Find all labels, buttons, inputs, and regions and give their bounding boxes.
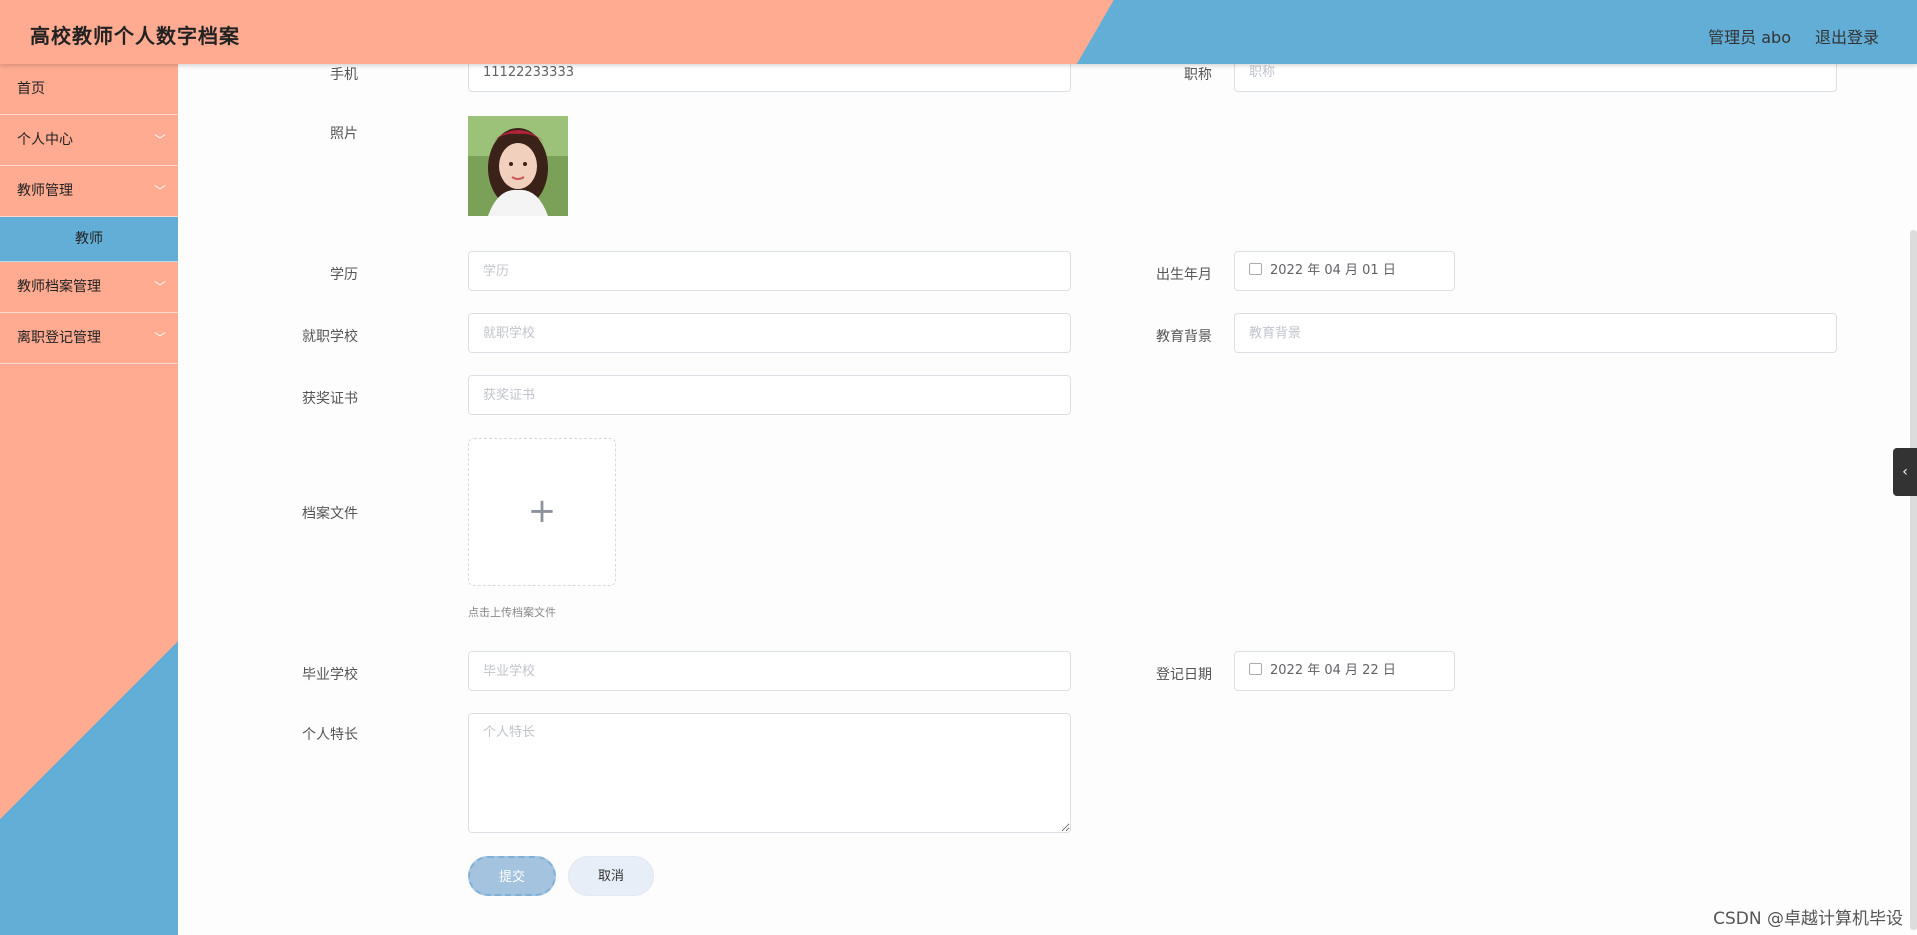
upload-hint: 点击上传档案文件	[468, 606, 556, 619]
sidebar-item-label: 个人中心	[17, 132, 73, 148]
chevron-down-icon: ﹀	[153, 184, 166, 198]
education-input[interactable]	[468, 251, 1071, 291]
admin-user-label: 管理员 abo	[1708, 28, 1791, 47]
sidebar-item-label: 教师	[75, 231, 103, 247]
cancel-button[interactable]: 取消	[568, 856, 654, 896]
register-date-picker[interactable]: 2022 年 04 月 22 日	[1234, 651, 1455, 691]
education-label: 学历	[330, 267, 358, 283]
award-input[interactable]	[468, 375, 1071, 415]
page-scrollbar[interactable]	[1910, 230, 1917, 930]
job-title-label: 职称	[1184, 67, 1212, 83]
main-form-area: 手机 职称 照片 学历 出生年月 2022 年 04 月 01 日 就职学校 教…	[178, 52, 1917, 935]
sidebar-item-label: 首页	[17, 81, 45, 97]
award-label: 获奖证书	[302, 391, 358, 407]
register-date-label: 登记日期	[1156, 667, 1212, 683]
birth-date-value: 2022 年 04 月 01 日	[1270, 263, 1396, 278]
sidebar-item-label: 教师管理	[17, 183, 73, 199]
sidebar-item-personal-center[interactable]: 个人中心 ﹀	[0, 115, 178, 166]
sidebar-item-archive-management[interactable]: 教师档案管理 ﹀	[0, 262, 178, 313]
top-header: 高校教师个人数字档案 管理员 abo 退出登录	[0, 0, 1917, 64]
grad-school-input[interactable]	[468, 651, 1071, 691]
sidebar: 首页 个人中心 ﹀ 教师管理 ﹀ 教师 教师档案管理 ﹀ 离职登记管理 ﹀	[0, 64, 178, 935]
logout-link[interactable]: 退出登录	[1815, 24, 1879, 48]
sidebar-item-label: 离职登记管理	[17, 330, 101, 346]
school-label: 就职学校	[302, 329, 358, 345]
calendar-icon	[1249, 663, 1262, 675]
sidebar-item-home[interactable]: 首页	[0, 64, 178, 115]
grad-school-label: 毕业学校	[302, 667, 358, 683]
edu-background-label: 教育背景	[1156, 329, 1212, 345]
submit-button[interactable]: 提交	[468, 856, 556, 896]
chevron-down-icon: ﹀	[153, 331, 166, 345]
sidebar-item-label: 教师档案管理	[17, 279, 101, 295]
birth-date-label: 出生年月	[1156, 267, 1212, 283]
specialty-textarea[interactable]	[468, 713, 1071, 833]
app-title: 高校教师个人数字档案	[30, 24, 240, 48]
sidebar-subitem-teacher[interactable]: 教师	[0, 217, 178, 262]
school-input[interactable]	[468, 313, 1071, 353]
photo-image	[468, 116, 568, 216]
chevron-down-icon: ﹀	[153, 280, 166, 294]
phone-label: 手机	[330, 67, 358, 83]
sidebar-item-resignation-management[interactable]: 离职登记管理 ﹀	[0, 313, 178, 364]
edu-background-input[interactable]	[1234, 313, 1837, 353]
chevron-down-icon: ﹀	[153, 133, 166, 147]
plus-icon: +	[527, 491, 557, 531]
register-date-value: 2022 年 04 月 22 日	[1270, 663, 1396, 678]
archive-upload-box[interactable]: +	[468, 438, 616, 586]
watermark: CSDN @卓越计算机毕设	[1713, 909, 1903, 929]
teacher-photo[interactable]	[468, 116, 568, 216]
specialty-label: 个人特长	[302, 727, 358, 743]
archive-file-label: 档案文件	[302, 506, 358, 522]
sidebar-item-teacher-management[interactable]: 教师管理 ﹀	[0, 166, 178, 217]
photo-label: 照片	[330, 126, 358, 142]
birth-date-picker[interactable]: 2022 年 04 月 01 日	[1234, 251, 1455, 291]
calendar-icon	[1249, 263, 1262, 275]
side-panel-toggle[interactable]: ‹	[1893, 448, 1917, 496]
